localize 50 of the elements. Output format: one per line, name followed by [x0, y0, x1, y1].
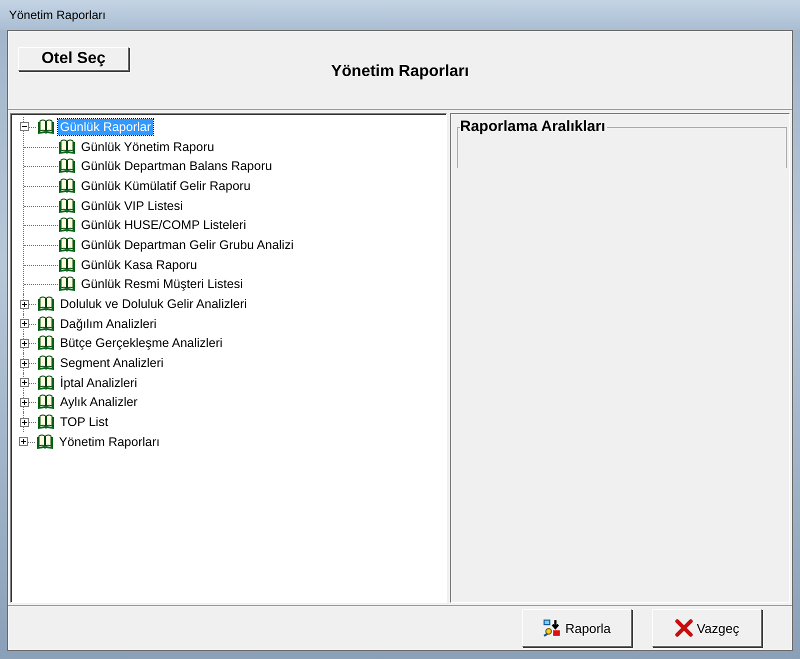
group-title: Raporlama Aralıkları [460, 118, 608, 135]
tree-item[interactable]: Günlük Kasa Raporu [79, 256, 200, 273]
tree-item[interactable]: Günlük Departman Gelir Grubu Analizi [79, 236, 296, 253]
book-icon [37, 296, 55, 312]
tree-item[interactable]: Doluluk ve Doluluk Gelir Analizleri [58, 296, 249, 312]
report-icon [543, 619, 562, 637]
collapse-icon[interactable] [20, 122, 29, 132]
book-icon [58, 138, 76, 155]
book-icon [37, 316, 55, 332]
book-icon [37, 414, 55, 430]
book-icon [37, 374, 55, 391]
tree-item[interactable]: Günlük HUSE/COMP Listeleri [79, 217, 248, 234]
expand-icon[interactable] [20, 338, 29, 348]
expand-icon[interactable] [20, 358, 29, 368]
book-icon [37, 355, 55, 372]
tree-item[interactable]: Dağılım Analizleri [58, 316, 159, 332]
report-button[interactable]: Raporla [522, 609, 632, 647]
book-icon [36, 434, 54, 450]
tree-item[interactable]: İptal Analizleri [58, 374, 140, 391]
expand-icon[interactable] [20, 418, 29, 427]
book-icon [37, 394, 55, 410]
tree-item[interactable]: Günlük Yönetim Raporu [79, 138, 216, 155]
window-title: Yönetim Raporları [9, 8, 106, 22]
expand-icon[interactable] [20, 398, 29, 407]
book-icon [58, 276, 76, 292]
close-icon [674, 619, 693, 637]
tree-item[interactable]: TOP List [58, 414, 110, 430]
expand-icon[interactable] [20, 378, 29, 388]
book-icon [58, 256, 76, 273]
expand-icon[interactable] [19, 437, 28, 446]
book-icon [58, 198, 76, 214]
tree-item[interactable]: Aylık Analizler [58, 394, 140, 410]
tree-item[interactable]: Bütçe Gerçekleşme Analizleri [58, 335, 225, 352]
book-icon [58, 158, 76, 174]
tree-item[interactable]: Günlük Kümülatif Gelir Raporu [79, 178, 253, 194]
hotel-select-button[interactable]: Otel Seç [18, 47, 129, 71]
tree-item[interactable]: Günlük Resmi Müşteri Listesi [79, 276, 245, 292]
cancel-button[interactable]: Vazgeç [652, 609, 762, 647]
expand-icon[interactable] [20, 319, 29, 328]
tree-item[interactable]: Günlük Departman Balans Raporu [79, 158, 274, 174]
tree-item[interactable]: Segment Analizleri [58, 355, 166, 372]
expand-icon[interactable] [20, 300, 29, 309]
tree-item[interactable]: Günlük VIP Listesi [79, 198, 185, 214]
book-icon [37, 335, 55, 352]
tree-item[interactable]: Yönetim Raporları [57, 434, 162, 450]
book-icon [58, 178, 76, 194]
book-icon [58, 217, 76, 234]
book-icon [58, 236, 76, 253]
book-icon [37, 118, 55, 135]
heading: Yönetim Raporları [331, 63, 469, 81]
